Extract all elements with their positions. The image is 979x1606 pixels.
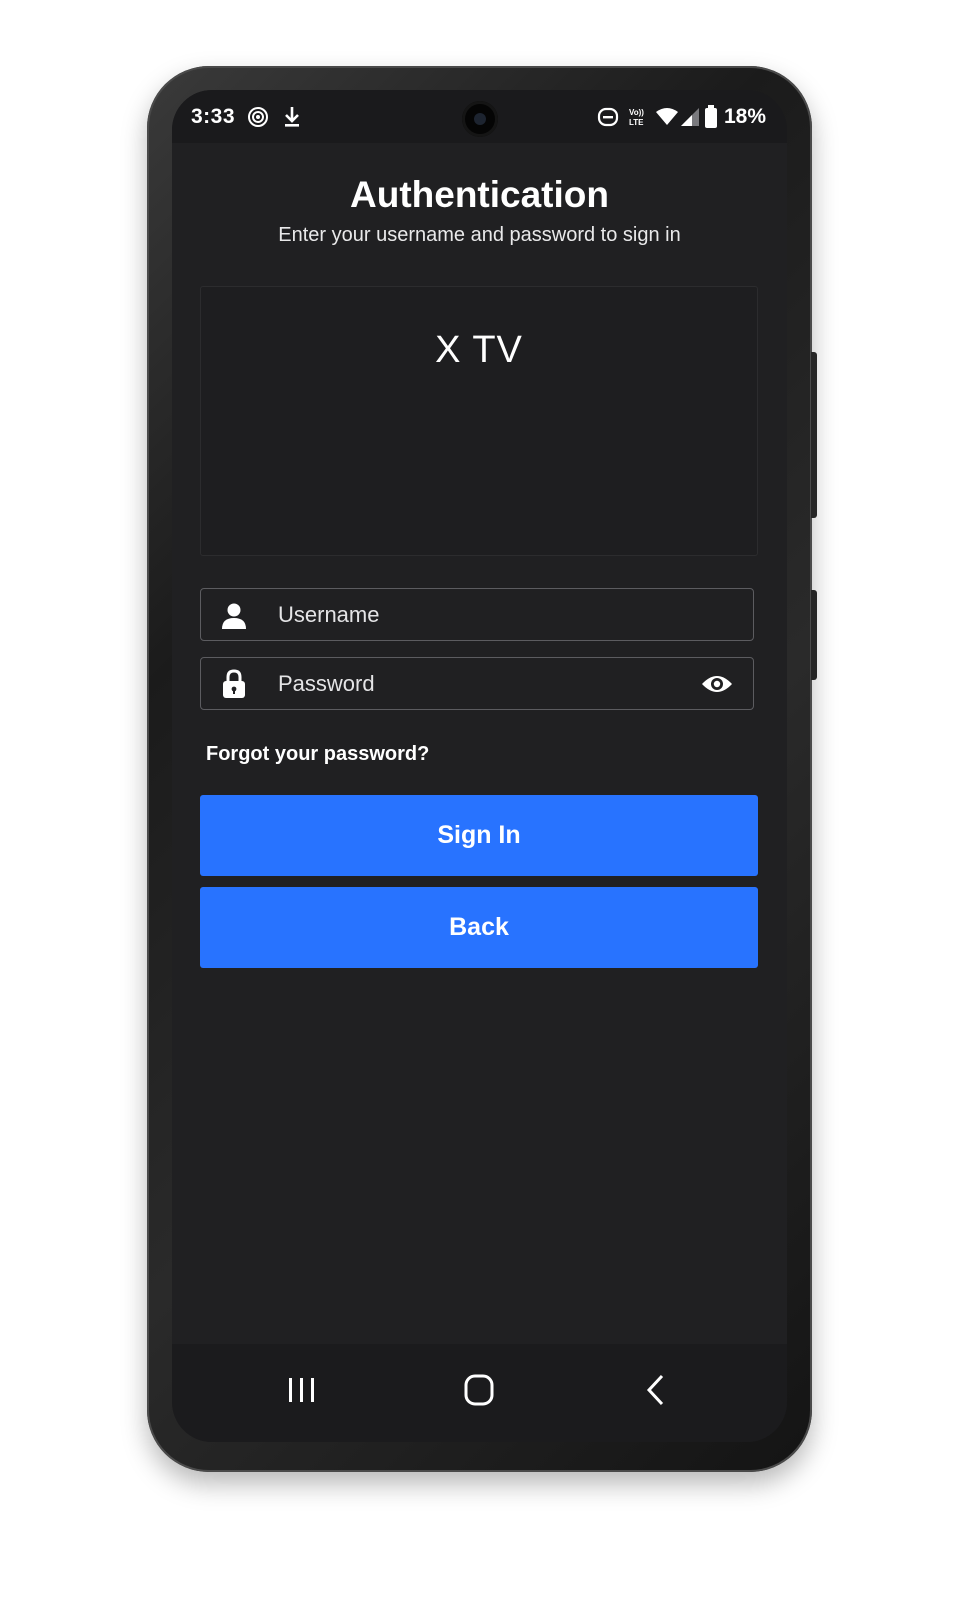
download-icon (283, 105, 301, 134)
eye-icon[interactable] (701, 672, 733, 701)
signal-icon (680, 107, 700, 132)
battery-icon (704, 105, 718, 134)
home-icon[interactable] (464, 1374, 494, 1411)
page-subtitle: Enter your username and password to sign… (278, 224, 681, 246)
volte-icon: Vo)) LTE (628, 107, 648, 132)
power-button (811, 352, 817, 518)
status-time: 3:33 (191, 105, 236, 128)
svg-text:LTE: LTE (629, 118, 644, 127)
svg-text:Vo)): Vo)) (629, 108, 644, 117)
screen: 3:33 Vo)) LTE 18% Authentication Enter y… (172, 90, 787, 1442)
back-button[interactable]: Back (200, 887, 758, 968)
page-title: Authentication (350, 174, 609, 215)
front-camera (462, 101, 498, 137)
user-icon (221, 602, 247, 635)
recents-icon[interactable] (287, 1376, 317, 1409)
sign-in-button[interactable]: Sign In (200, 795, 758, 876)
back-icon[interactable] (646, 1374, 666, 1411)
lock-icon (221, 669, 247, 704)
sync-icon (597, 106, 619, 133)
hotspot-icon (247, 106, 269, 133)
username-input[interactable] (278, 589, 678, 640)
battery-level: 18% (724, 105, 767, 128)
volume-button (811, 590, 817, 680)
logo-area: X TV (200, 286, 758, 556)
navigation-bar (172, 1344, 787, 1442)
username-field[interactable] (200, 588, 754, 641)
status-bar: 3:33 Vo)) LTE 18% (172, 90, 787, 143)
wifi-icon (655, 107, 679, 132)
password-input[interactable] (278, 658, 678, 709)
password-field[interactable] (200, 657, 754, 710)
app-logo: X TV (435, 329, 523, 371)
forgot-password-link[interactable]: Forgot your password? (206, 743, 429, 766)
